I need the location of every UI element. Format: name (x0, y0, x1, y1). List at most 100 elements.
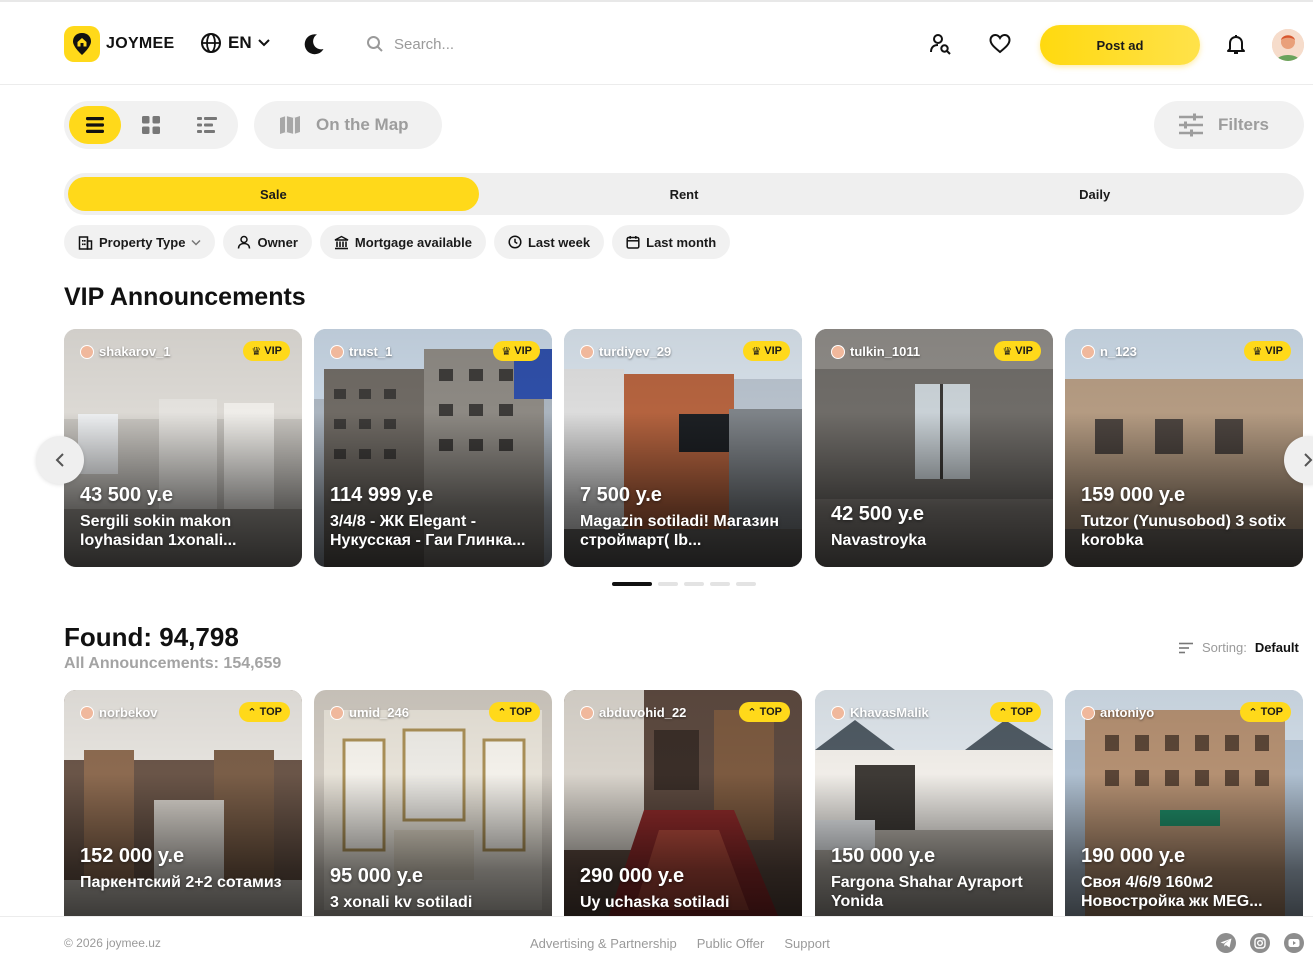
footer: © 2026 joymee.uz Advertising & Partnersh… (0, 916, 1313, 964)
vip-card[interactable]: n_123 ♛ VIP 159 000 y.e Tutzor (Yunusobod… (1065, 329, 1303, 567)
card-price: 190 000 y.e (1081, 845, 1186, 867)
sorting-value: Default (1254, 640, 1299, 655)
card-title: Uy uchaska sotiladi (580, 894, 730, 911)
found-count: Found: 94,798 (64, 622, 239, 652)
quick-filters: Property Type Owner Mortgage available L… (64, 225, 731, 259)
search-input[interactable] (394, 35, 694, 53)
carousel-dot[interactable] (658, 582, 678, 586)
card-user[interactable]: antoniyo (1081, 705, 1154, 720)
sorting-label: Sorting: (1202, 640, 1247, 655)
vip-card[interactable]: tulkin_1011 ♛ VIP 42 500 y.e Navastroyka (815, 329, 1053, 567)
last-week-filter[interactable]: Last week (493, 225, 605, 259)
chevron-down-icon (191, 239, 201, 246)
vip-card[interactable]: shakarov_1 ♛ VIP 43 500 y.e Sergili sokin… (64, 329, 302, 567)
arrow-up-icon: ⌃ (247, 706, 257, 719)
footer-links: Advertising & Partnership Public Offer S… (530, 936, 830, 951)
mortgage-label: Mortgage available (354, 234, 472, 250)
public-offer-link[interactable]: Public Offer (697, 936, 765, 951)
top-badge-label: TOP (759, 706, 782, 718)
grid-view-button[interactable] (125, 106, 177, 144)
search-bar[interactable] (366, 28, 726, 60)
tab-sale[interactable]: Sale (68, 177, 479, 211)
youtube-icon[interactable] (1284, 933, 1304, 953)
listing-card[interactable]: KhavasMalik ⌃ TOP 150 000 y.e Fargona Sha… (815, 690, 1053, 916)
card-user[interactable]: turdiyev_29 (580, 344, 671, 359)
language-selector[interactable]: EN (200, 32, 270, 54)
bank-icon (334, 235, 349, 249)
notifications-button[interactable] (1224, 32, 1248, 61)
last-month-filter[interactable]: Last month (612, 225, 731, 259)
logo[interactable]: JOYMEE (64, 26, 175, 62)
vip-badge: ♛ VIP (994, 341, 1041, 361)
card-price: 114 999 y.e (330, 484, 434, 506)
listing-card[interactable]: antoniyo ⌃ TOP 190 000 y.e Своя 4/6/9 160… (1065, 690, 1303, 916)
top-badge-label: TOP (1260, 706, 1283, 718)
carousel-dot[interactable] (684, 582, 704, 586)
listing-card[interactable]: norbekov ⌃ TOP 152 000 y.e Паркентский 2+… (64, 690, 302, 916)
card-title: Sergili sokin makon loyhasidan 1xonali..… (80, 513, 237, 549)
card-username: tulkin_1011 (850, 344, 921, 359)
top-badge: ⌃ TOP (239, 702, 290, 722)
card-price: 43 500 y.e (80, 484, 174, 506)
sorting-dropdown[interactable]: Sorting: Default (1178, 640, 1299, 655)
owner-filter[interactable]: Owner (223, 225, 312, 259)
card-price: 159 000 y.e (1081, 484, 1186, 506)
favorites-button[interactable] (988, 32, 1012, 61)
card-price: 95 000 y.e (330, 865, 424, 887)
list-icon (86, 117, 104, 133)
search-icon (367, 36, 383, 52)
instagram-icon[interactable] (1250, 933, 1270, 953)
property-type-filter[interactable]: Property Type (64, 225, 216, 259)
user-avatar-icon (580, 344, 594, 359)
crown-icon: ♛ (251, 345, 262, 358)
card-username: KhavasMalik (850, 705, 929, 720)
tab-sale-label: Sale (259, 186, 287, 202)
top-badge: ⌃ TOP (489, 702, 540, 722)
vip-card[interactable]: turdiyev_29 ♛ VIP 7 500 y.e Magazin sotil… (564, 329, 802, 567)
user-avatar-icon (330, 705, 344, 720)
carousel-dot[interactable] (710, 582, 730, 586)
carousel-prev-button[interactable] (36, 436, 84, 484)
listing-card[interactable]: abduvohid_22 ⌃ TOP 290 000 y.e Uy uchaska… (564, 690, 802, 916)
vip-card[interactable]: trust_1 ♛ VIP 114 999 y.e 3/4/8 - ЖК Eleg… (314, 329, 552, 567)
listing-card[interactable]: umid_246 ⌃ TOP 95 000 y.e 3 xonali kv sot… (314, 690, 552, 916)
crown-icon: ♛ (751, 345, 762, 358)
on-the-map-button[interactable]: On the Map (254, 101, 442, 149)
bell-icon (1227, 35, 1245, 54)
profile-search-button[interactable] (928, 32, 952, 61)
arrow-up-icon: ⌃ (747, 706, 757, 719)
arrow-up-icon: ⌃ (998, 706, 1008, 719)
card-title: Magazin sotiladi! Магазин строймарт( Ib.… (580, 513, 779, 549)
card-username: n_123 (1100, 344, 1137, 359)
carousel-dot[interactable] (736, 582, 756, 586)
card-user[interactable]: abduvohid_22 (580, 705, 686, 720)
tab-rent[interactable]: Rent (479, 177, 890, 211)
user-avatar[interactable] (1272, 29, 1304, 61)
card-user[interactable]: trust_1 (330, 344, 392, 359)
top-badge: ⌃ TOP (990, 702, 1041, 722)
list-view-button[interactable] (69, 106, 121, 144)
all-announcements-count: All Announcements: 154,659 (64, 655, 282, 672)
card-user[interactable]: tulkin_1011 (831, 344, 920, 359)
compact-view-button[interactable] (181, 106, 233, 144)
dark-mode-toggle[interactable] (302, 32, 326, 61)
card-user[interactable]: norbekov (80, 705, 158, 720)
tab-daily[interactable]: Daily (889, 177, 1300, 211)
card-title: Navastroyka (831, 532, 927, 549)
advertising-link[interactable]: Advertising & Partnership (530, 936, 677, 951)
vip-badge-label: VIP (1265, 345, 1283, 357)
card-user[interactable]: shakarov_1 (80, 344, 171, 359)
carousel-dot[interactable] (612, 582, 652, 586)
post-ad-button[interactable]: Post ad (1040, 25, 1200, 65)
mortgage-filter[interactable]: Mortgage available (319, 225, 486, 259)
card-user[interactable]: KhavasMalik (831, 705, 929, 720)
card-user[interactable]: umid_246 (330, 705, 409, 720)
user-avatar-icon (80, 705, 94, 720)
card-username: trust_1 (349, 344, 393, 359)
telegram-icon[interactable] (1216, 933, 1236, 953)
card-title: Паркентский 2+2 сотамиз (80, 874, 282, 891)
filters-button[interactable]: Filters (1154, 101, 1304, 149)
card-user[interactable]: n_123 (1081, 344, 1137, 359)
user-avatar-icon (580, 705, 594, 720)
support-link[interactable]: Support (784, 936, 830, 951)
